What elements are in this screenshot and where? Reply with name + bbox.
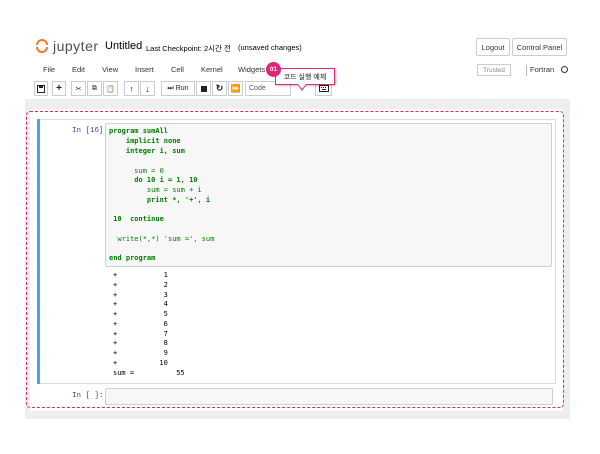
menu-file[interactable]: File	[43, 65, 55, 74]
menu-edit[interactable]: Edit	[72, 65, 85, 74]
menu-widgets[interactable]: Widgets	[238, 65, 265, 74]
run-label: Run	[175, 85, 189, 92]
kernel-separator	[526, 65, 527, 76]
restart-icon: ↻	[215, 83, 224, 93]
unsaved-indicator: (unsaved changes)	[238, 43, 302, 52]
callout-tail-inner	[298, 84, 306, 89]
save-button[interactable]	[34, 81, 48, 96]
move-up-button[interactable]: ↑	[124, 81, 139, 96]
copy-button[interactable]: ⧉	[87, 81, 102, 96]
checkpoint-status: Last Checkpoint: 2시간 전	[146, 44, 231, 53]
menu-kernel[interactable]: Kernel	[201, 65, 223, 74]
restart-run-all-button[interactable]: ⏩	[228, 81, 243, 96]
run-button[interactable]: ⏭ Run	[161, 81, 195, 96]
trusted-indicator[interactable]: Trusted	[477, 64, 511, 76]
run-icon: ⏭	[167, 84, 174, 92]
notebook-title[interactable]: Untitled	[105, 40, 142, 52]
callout-badge: 01	[266, 62, 281, 77]
kernel-name[interactable]: Fortran	[530, 65, 554, 74]
menu-view[interactable]: View	[102, 65, 118, 74]
notebook-header: jupyter Untitled Last Checkpoint: 2시간 전 …	[0, 0, 600, 60]
control-panel-button[interactable]: Control Panel	[512, 38, 567, 56]
jupyter-logo[interactable]: jupyter	[35, 38, 99, 54]
menu-insert[interactable]: Insert	[135, 65, 154, 74]
restart-button[interactable]: ↻	[212, 81, 227, 96]
jupyter-logo-icon	[35, 38, 49, 54]
move-down-button[interactable]: ↓	[140, 81, 155, 96]
floppy-icon	[37, 84, 45, 93]
keyboard-icon	[318, 85, 329, 92]
callout-tooltip: 코드 실행 예제	[275, 68, 335, 85]
paste-button[interactable]: 📋	[103, 81, 118, 96]
fast-forward-icon: ⏩	[230, 84, 241, 93]
highlight-box	[26, 111, 564, 408]
kernel-status-icon	[561, 66, 568, 73]
menu-cell[interactable]: Cell	[171, 65, 184, 74]
stop-icon	[200, 85, 207, 92]
logo-text: jupyter	[53, 38, 99, 54]
cut-button[interactable]: ✂	[71, 81, 86, 96]
insert-cell-button[interactable]: +	[52, 81, 66, 96]
logout-button[interactable]: Logout	[476, 38, 510, 56]
interrupt-button[interactable]	[196, 81, 211, 96]
